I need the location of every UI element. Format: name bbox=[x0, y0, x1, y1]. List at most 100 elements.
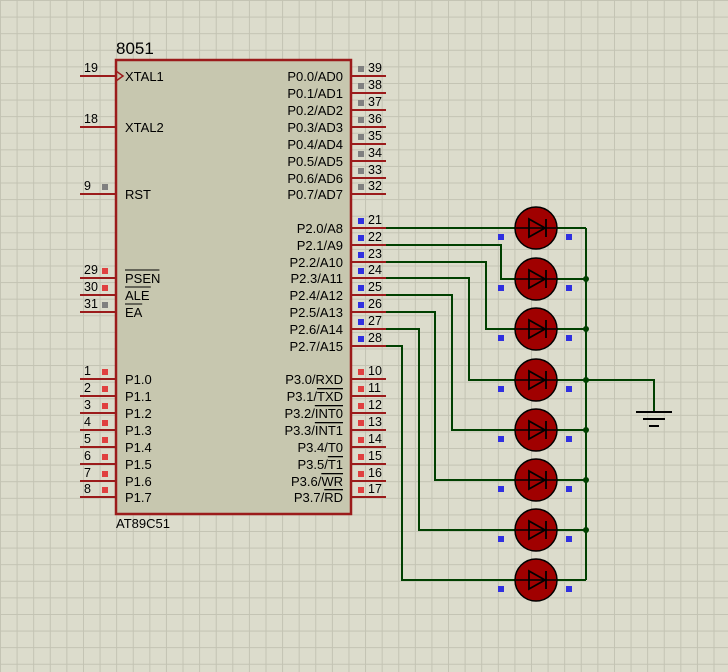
pin-label-text: P3.5/ bbox=[297, 457, 328, 472]
pin-label: P2.6/A14 bbox=[290, 322, 344, 337]
pin-number: 31 bbox=[84, 297, 98, 311]
pin-marker bbox=[498, 335, 504, 341]
pin-label: P0.1/AD1 bbox=[287, 86, 343, 101]
pin-label-text: P0.2/AD2 bbox=[287, 103, 343, 118]
pin-marker bbox=[498, 285, 504, 291]
pin-label-text: P2.6/A14 bbox=[290, 322, 344, 337]
junction-dot bbox=[583, 527, 589, 533]
pin-label: P3.4/T0 bbox=[297, 440, 343, 455]
pin-number: 17 bbox=[368, 482, 382, 496]
pin-label-text: P3.3/ bbox=[284, 423, 315, 438]
pin-marker bbox=[358, 83, 364, 89]
pin-label-text: P0.3/AD3 bbox=[287, 120, 343, 135]
pin-label-text: P2.2/A10 bbox=[290, 255, 344, 270]
pin-marker bbox=[498, 486, 504, 492]
pin-label-text: P2.0/A8 bbox=[297, 221, 343, 236]
pin-label: P1.2 bbox=[125, 406, 152, 421]
pin-marker bbox=[566, 486, 572, 492]
pin-label-overline: INT0 bbox=[315, 406, 343, 421]
pin-number: 33 bbox=[368, 163, 382, 177]
pin-label: P1.5 bbox=[125, 457, 152, 472]
pin-marker bbox=[358, 151, 364, 157]
pin-number: 2 bbox=[84, 381, 91, 395]
pin-marker bbox=[358, 437, 364, 443]
pin-label-text: P3.4/T0 bbox=[297, 440, 343, 455]
pin-marker bbox=[102, 369, 108, 375]
led-array bbox=[498, 206, 572, 602]
pin-label: P0.0/AD0 bbox=[287, 69, 343, 84]
pin-label: P2.3/A11 bbox=[290, 271, 343, 286]
pin-label: P0.6/AD6 bbox=[287, 171, 343, 186]
pin-marker bbox=[566, 285, 572, 291]
pin-label-overline: RD bbox=[324, 490, 343, 505]
pin-number: 4 bbox=[84, 415, 91, 429]
pin-label: P1.1 bbox=[125, 389, 152, 404]
pin-marker bbox=[358, 168, 364, 174]
pin-label-overline: TXD bbox=[317, 389, 343, 404]
pin-number: 27 bbox=[368, 314, 382, 328]
pin-label-text: P0.4/AD4 bbox=[287, 137, 343, 152]
pin-label-text: P3.6/ bbox=[291, 474, 322, 489]
pin-number: 26 bbox=[368, 297, 382, 311]
pin-marker bbox=[358, 117, 364, 123]
pin-marker bbox=[498, 234, 504, 240]
pin-marker bbox=[358, 336, 364, 342]
pin-label-overline: T1 bbox=[328, 457, 343, 472]
pin-marker bbox=[498, 436, 504, 442]
pin-marker bbox=[498, 536, 504, 542]
pin-marker bbox=[566, 335, 572, 341]
pin-label: P2.5/A13 bbox=[290, 305, 344, 320]
pin-marker bbox=[358, 285, 364, 291]
pin-number: 29 bbox=[84, 263, 98, 277]
pin-label-text: P0.7/AD7 bbox=[287, 187, 343, 202]
pin-marker bbox=[566, 234, 572, 240]
pin-number: 5 bbox=[84, 432, 91, 446]
pin-marker bbox=[566, 536, 572, 542]
pin-marker bbox=[102, 386, 108, 392]
pin-label-text: P2.5/A13 bbox=[290, 305, 344, 320]
pin-label: RST bbox=[125, 187, 151, 202]
pin-number: 37 bbox=[368, 95, 382, 109]
schematic-canvas[interactable]: 8051 AT89C51 19XTAL118XTAL29RST29PSEN30A… bbox=[0, 0, 728, 672]
pin-number: 11 bbox=[368, 381, 381, 395]
pin-number: 15 bbox=[368, 449, 382, 463]
pin-label-text: P3.0/RXD bbox=[285, 372, 343, 387]
pin-marker bbox=[358, 302, 364, 308]
pin-label-text: P2.3/A11 bbox=[290, 271, 343, 286]
pin-label: P2.4/A12 bbox=[290, 288, 344, 303]
pin-marker bbox=[358, 403, 364, 409]
pin-label-text: P2.7/A15 bbox=[290, 339, 344, 354]
pin-number: 6 bbox=[84, 449, 91, 463]
junction-dot bbox=[583, 477, 589, 483]
pin-label: ALE bbox=[125, 288, 150, 303]
pin-number: 8 bbox=[84, 482, 91, 496]
pin-marker bbox=[358, 471, 364, 477]
pin-number: 24 bbox=[368, 263, 382, 277]
pin-label: P3.0/RXD bbox=[285, 372, 343, 387]
pin-label: P1.0 bbox=[125, 372, 152, 387]
pin-label: P3.7/RD bbox=[294, 490, 343, 505]
pin-marker bbox=[358, 386, 364, 392]
pin-number: 22 bbox=[368, 230, 382, 244]
pin-label-text: P0.0/AD0 bbox=[287, 69, 343, 84]
pin-label-text: P3.1/ bbox=[287, 389, 318, 404]
pin-marker bbox=[358, 454, 364, 460]
pin-number: 32 bbox=[368, 179, 382, 193]
pin-number: 39 bbox=[368, 61, 382, 75]
pin-label: P2.2/A10 bbox=[290, 255, 344, 270]
pin-label: P0.4/AD4 bbox=[287, 137, 343, 152]
pin-label-text: P0.1/AD1 bbox=[287, 86, 343, 101]
pin-number: 13 bbox=[368, 415, 382, 429]
pin-marker bbox=[358, 235, 364, 241]
pin-number: 12 bbox=[368, 398, 382, 412]
pin-number: 30 bbox=[84, 280, 98, 294]
pin-marker bbox=[358, 66, 364, 72]
pin-label: P2.1/A9 bbox=[297, 238, 343, 253]
pin-label: PSEN bbox=[125, 271, 160, 286]
pin-label: P2.7/A15 bbox=[290, 339, 344, 354]
pin-label-text: P0.5/AD5 bbox=[287, 154, 343, 169]
pin-marker bbox=[358, 319, 364, 325]
pin-label: P1.4 bbox=[125, 440, 152, 455]
pin-label-overline: WR bbox=[321, 474, 343, 489]
pin-marker bbox=[102, 454, 108, 460]
